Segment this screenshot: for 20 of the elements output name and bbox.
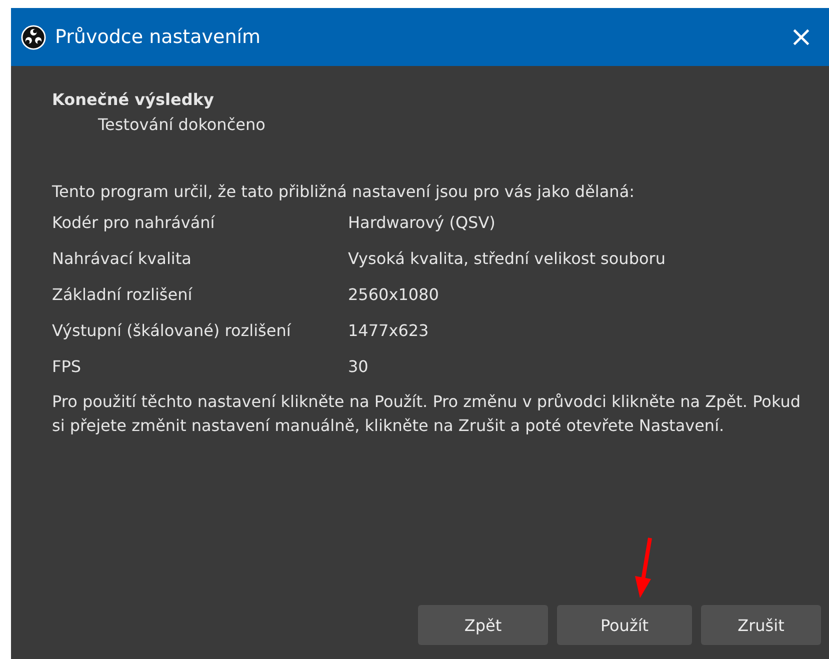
app-logo-icon bbox=[21, 24, 46, 50]
setting-value: 1477x623 bbox=[348, 321, 430, 340]
page-title: Konečné výsledky bbox=[52, 90, 215, 109]
setting-label: Výstupní (škálované) rozlišení bbox=[52, 321, 292, 340]
window-title: Průvodce nastavením bbox=[55, 26, 262, 48]
instruction-text: Pro použití těchto nastavení klikněte na Použít. Pro změnu v průvodci klikněte na Zpět. Pokud si přejete změnit nastavení manuálně, klikněte na Zrušit a poté otevřete Nastavení. bbox=[52, 391, 802, 437]
setting-label: FPS bbox=[52, 357, 82, 376]
dialog-button[interactable]: Použít bbox=[557, 605, 692, 645]
setting-label: Základní rozlišení bbox=[52, 285, 194, 304]
setting-value: Hardwarový (QSV) bbox=[348, 213, 496, 232]
setting-value: Vysoká kvalita, střední velikost souboru bbox=[348, 249, 666, 268]
close-button[interactable]: × bbox=[786, 23, 817, 51]
dialog-button[interactable]: Zpět bbox=[418, 605, 548, 645]
page-subtitle: Testování dokončeno bbox=[98, 115, 266, 134]
setting-value: 2560x1080 bbox=[348, 285, 440, 304]
intro-text: Tento program určil, že tato přibližná nastavení jsou pro vás jako dělaná: bbox=[52, 182, 636, 201]
setting-value: 30 bbox=[348, 357, 370, 376]
dialog-button[interactable]: Zrušit bbox=[701, 605, 821, 645]
setting-label: Nahrávací kvalita bbox=[52, 249, 192, 268]
setting-label: Kodér pro nahrávání bbox=[52, 213, 216, 232]
